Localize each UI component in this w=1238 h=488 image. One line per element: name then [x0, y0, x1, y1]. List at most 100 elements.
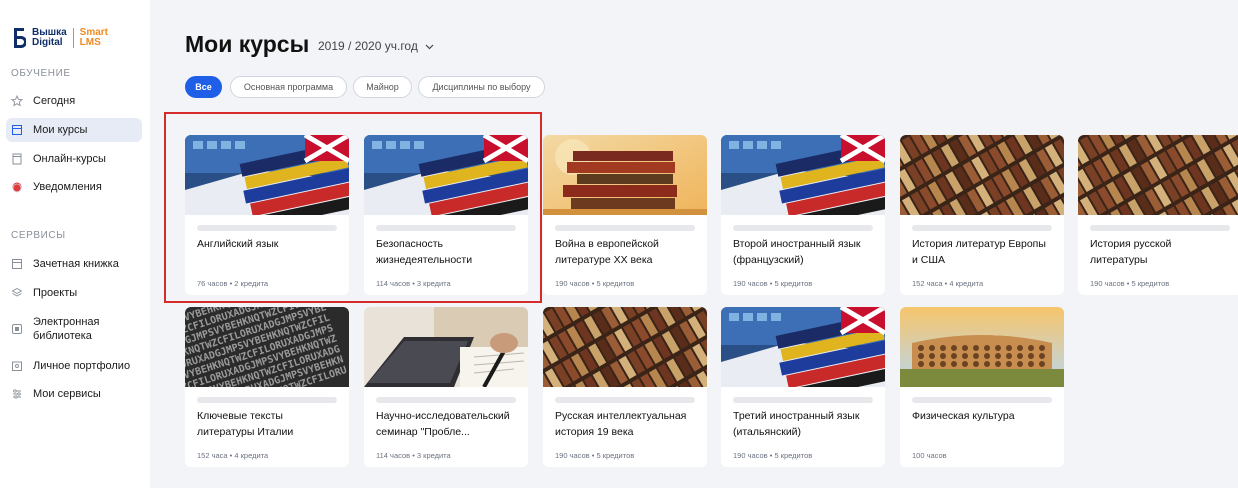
portfolio-icon [11, 360, 23, 372]
hse-logo-icon [12, 27, 26, 49]
sidebar-item-online-courses[interactable]: Онлайн-курсы [6, 147, 142, 171]
course-image-laptop-writing [364, 307, 528, 388]
progress-bar [912, 397, 1052, 403]
course-card[interactable]: Война в европейской литературе XX века 190… [543, 135, 707, 295]
sidebar-item-label: Мои курсы [33, 124, 88, 136]
course-image-typewriter-letters: ADGJMPSVYBEHKNQTWZCFILORUXADGJHKNQTWZCFI… [185, 307, 349, 431]
course-meta: 190 часов • 5 кредитов [1090, 279, 1170, 288]
notification-dot-icon [11, 181, 23, 193]
course-title-line2: семинар "Пробле... [376, 426, 470, 438]
sidebar-item-label-line2: библиотека [33, 330, 92, 342]
sidebar-item-label: Зачетная книжка [33, 258, 119, 270]
course-image-language-books [721, 307, 885, 403]
sidebar-item-label: Сегодня [33, 95, 76, 107]
course-title: Физическая культура [912, 408, 1060, 424]
course-image-book-stack [543, 135, 707, 215]
course-title: История русской литературы [1090, 236, 1238, 268]
course-title-line1: Русская интеллектуальная [555, 410, 687, 422]
course-title: Второй иностранный язык (французский) [733, 236, 881, 268]
course-image-library-shelf [543, 307, 707, 467]
course-title-line1: Второй иностранный язык [733, 238, 861, 250]
course-title-line2: (французский) [733, 254, 804, 266]
course-card[interactable]: Второй иностранный язык (французский) 190 … [721, 135, 885, 295]
sidebar-item-record-book[interactable]: Зачетная книжка [6, 252, 142, 276]
course-title: История литератур Европы и США [912, 236, 1060, 268]
progress-bar [733, 225, 873, 231]
course-card[interactable]: Научно-исследовательский семинар "Пробле.… [364, 307, 528, 467]
logo-lms: LMS [79, 37, 101, 48]
course-meta: 152 часа • 4 кредита [197, 451, 269, 460]
course-title: Война в европейской литературе XX века [555, 236, 703, 268]
year-label: 2019 / 2020 уч.год [318, 39, 418, 53]
year-selector[interactable]: 2019 / 2020 уч.год [318, 39, 434, 53]
course-title-line1: Физическая культура [912, 410, 1015, 422]
sidebar-item-label: Уведомления [33, 181, 102, 193]
progress-bar [376, 397, 516, 403]
filter-all[interactable]: Все [185, 76, 222, 98]
course-title-line2: литературе XX века [555, 254, 653, 266]
library-icon [11, 323, 23, 335]
page-title: Мои курсы [185, 31, 310, 57]
sidebar-item-label: Онлайн-курсы [33, 153, 106, 165]
chevron-down-icon [425, 39, 434, 53]
sidebar-item-projects[interactable]: Проекты [6, 281, 142, 305]
sidebar: Вышка Digital Smart LMS ОБУЧЕНИЕ Сегодня… [0, 0, 150, 488]
course-card[interactable]: Русская интеллектуальная история 19 века 1… [543, 307, 707, 467]
filter-electives[interactable]: Дисциплины по выбору [418, 76, 545, 98]
sidebar-item-today[interactable]: Сегодня [6, 89, 142, 113]
sidebar-item-my-courses[interactable]: Мои курсы [6, 118, 142, 142]
services-icon [11, 388, 23, 400]
course-meta: 190 часов • 5 кредитов [733, 451, 813, 460]
sidebar-item-services[interactable]: Мои сервисы [6, 382, 142, 406]
logo[interactable]: Вышка Digital Smart LMS [12, 27, 108, 49]
course-title: Ключевые тексты литературы Италии [197, 408, 345, 440]
course-title-line2: литературы [1090, 254, 1148, 266]
sidebar-item-label-line1: Электронная [33, 316, 100, 328]
logo-separator [72, 28, 74, 48]
section-title-learning: ОБУЧЕНИЕ [11, 68, 71, 79]
section-title-services: СЕРВИСЫ [11, 230, 66, 241]
course-meta: 190 часов • 5 кредитов [733, 279, 813, 288]
progress-bar [733, 397, 873, 403]
filter-main-program[interactable]: Основная программа [230, 76, 347, 98]
logo-line2: Digital [32, 37, 63, 48]
course-title: Научно-исследовательский семинар "Пробле.… [376, 408, 524, 440]
progress-bar [197, 397, 337, 403]
course-meta: 100 часов [912, 451, 947, 460]
course-title-line1: Ключевые тексты [197, 410, 283, 422]
course-title-line1: Война в европейской [555, 238, 659, 250]
book-icon [11, 124, 23, 136]
course-card[interactable]: История русской литературы 190 часов • 5 к… [1078, 135, 1238, 295]
layers-icon [11, 287, 23, 299]
sidebar-item-library[interactable]: Электронная библиотека [6, 312, 142, 346]
course-title-line1: История русской [1090, 238, 1172, 250]
book-icon [11, 258, 23, 270]
course-meta: 152 часа • 4 кредита [912, 279, 984, 288]
course-card[interactable]: История литератур Европы и США 152 часа • … [900, 135, 1064, 295]
course-meta: 190 часов • 5 кредитов [555, 279, 635, 288]
course-card[interactable]: ADGJMPSVYBEHKNQTWZCFILORUXADGJHKNQTWZCFI… [185, 307, 349, 467]
progress-bar [555, 225, 695, 231]
course-title: Русская интеллектуальная история 19 века [555, 408, 703, 440]
course-image-library-shelf [1078, 135, 1238, 295]
sidebar-item-portfolio[interactable]: Личное портфолио [6, 354, 142, 378]
progress-bar [555, 397, 695, 403]
course-meta: 114 часов • 3 кредита [376, 451, 451, 460]
progress-bar [1090, 225, 1230, 231]
course-title-line1: Третий иностранный язык [733, 410, 860, 422]
course-title-line2: история 19 века [555, 426, 634, 438]
course-card[interactable]: Физическая культура 100 часов [900, 307, 1064, 467]
course-title-line1: История литератур Европы [912, 238, 1046, 250]
sidebar-item-notifications[interactable]: Уведомления [6, 175, 142, 199]
star-icon [11, 95, 23, 107]
course-card[interactable]: Третий иностранный язык (итальянский) 190 … [721, 307, 885, 467]
course-title-line2: литературы Италии [197, 426, 294, 438]
sidebar-item-label: Мои сервисы [33, 388, 101, 400]
course-image-library-shelf [900, 135, 1064, 295]
filter-minor[interactable]: Майнор [353, 76, 412, 98]
sidebar-item-label: Проекты [33, 287, 78, 299]
selection-highlight [164, 112, 542, 303]
course-title-line2: и США [912, 254, 945, 266]
course-title: Третий иностранный язык (итальянский) [733, 408, 881, 440]
document-icon [11, 153, 23, 165]
